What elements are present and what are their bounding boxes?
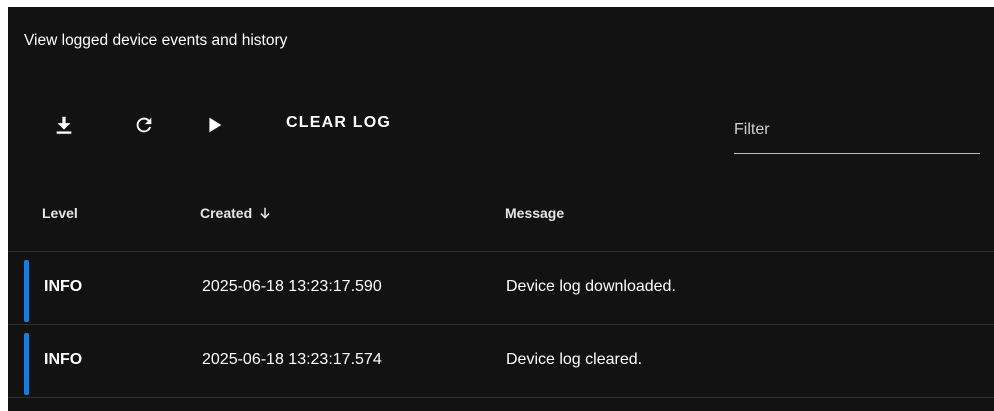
download-log-button[interactable] bbox=[50, 111, 78, 139]
sort-descending-icon bbox=[260, 207, 270, 219]
clear-log-button[interactable]: CLEAR LOG bbox=[286, 114, 391, 132]
row-level: INFO bbox=[44, 351, 83, 368]
column-label-message: Message bbox=[505, 205, 565, 221]
filter-input[interactable] bbox=[734, 113, 980, 145]
column-header-created[interactable]: Created bbox=[200, 205, 272, 221]
row-message: Device log downloaded. bbox=[506, 278, 676, 295]
filter-field[interactable] bbox=[734, 113, 980, 154]
download-icon bbox=[56, 116, 72, 134]
table-row[interactable]: INFO 2025-06-18 13:23:17.590 Device log … bbox=[8, 252, 994, 325]
level-indicator-bar bbox=[24, 260, 29, 322]
refresh-log-button[interactable] bbox=[130, 111, 158, 139]
row-level: INFO bbox=[44, 278, 83, 295]
row-created: 2025-06-18 13:23:17.590 bbox=[202, 278, 382, 295]
panel-subtitle: View logged device events and history bbox=[24, 32, 288, 49]
play-icon bbox=[209, 117, 222, 133]
row-created: 2025-06-18 13:23:17.574 bbox=[202, 351, 382, 368]
column-label-level: Level bbox=[42, 205, 78, 221]
column-header-message[interactable]: Message bbox=[505, 205, 564, 221]
level-indicator-bar bbox=[24, 333, 29, 395]
column-header-level[interactable]: Level bbox=[42, 205, 78, 221]
column-label-created: Created bbox=[200, 205, 253, 221]
device-log-panel: View logged device events and history CL… bbox=[8, 7, 994, 411]
table-header: Level Created Message bbox=[8, 177, 994, 252]
refresh-icon bbox=[136, 117, 152, 133]
live-stream-button[interactable] bbox=[200, 111, 228, 139]
table-row[interactable]: INFO 2025-06-18 13:23:17.574 Device log … bbox=[8, 325, 994, 398]
row-message: Device log cleared. bbox=[506, 351, 643, 368]
